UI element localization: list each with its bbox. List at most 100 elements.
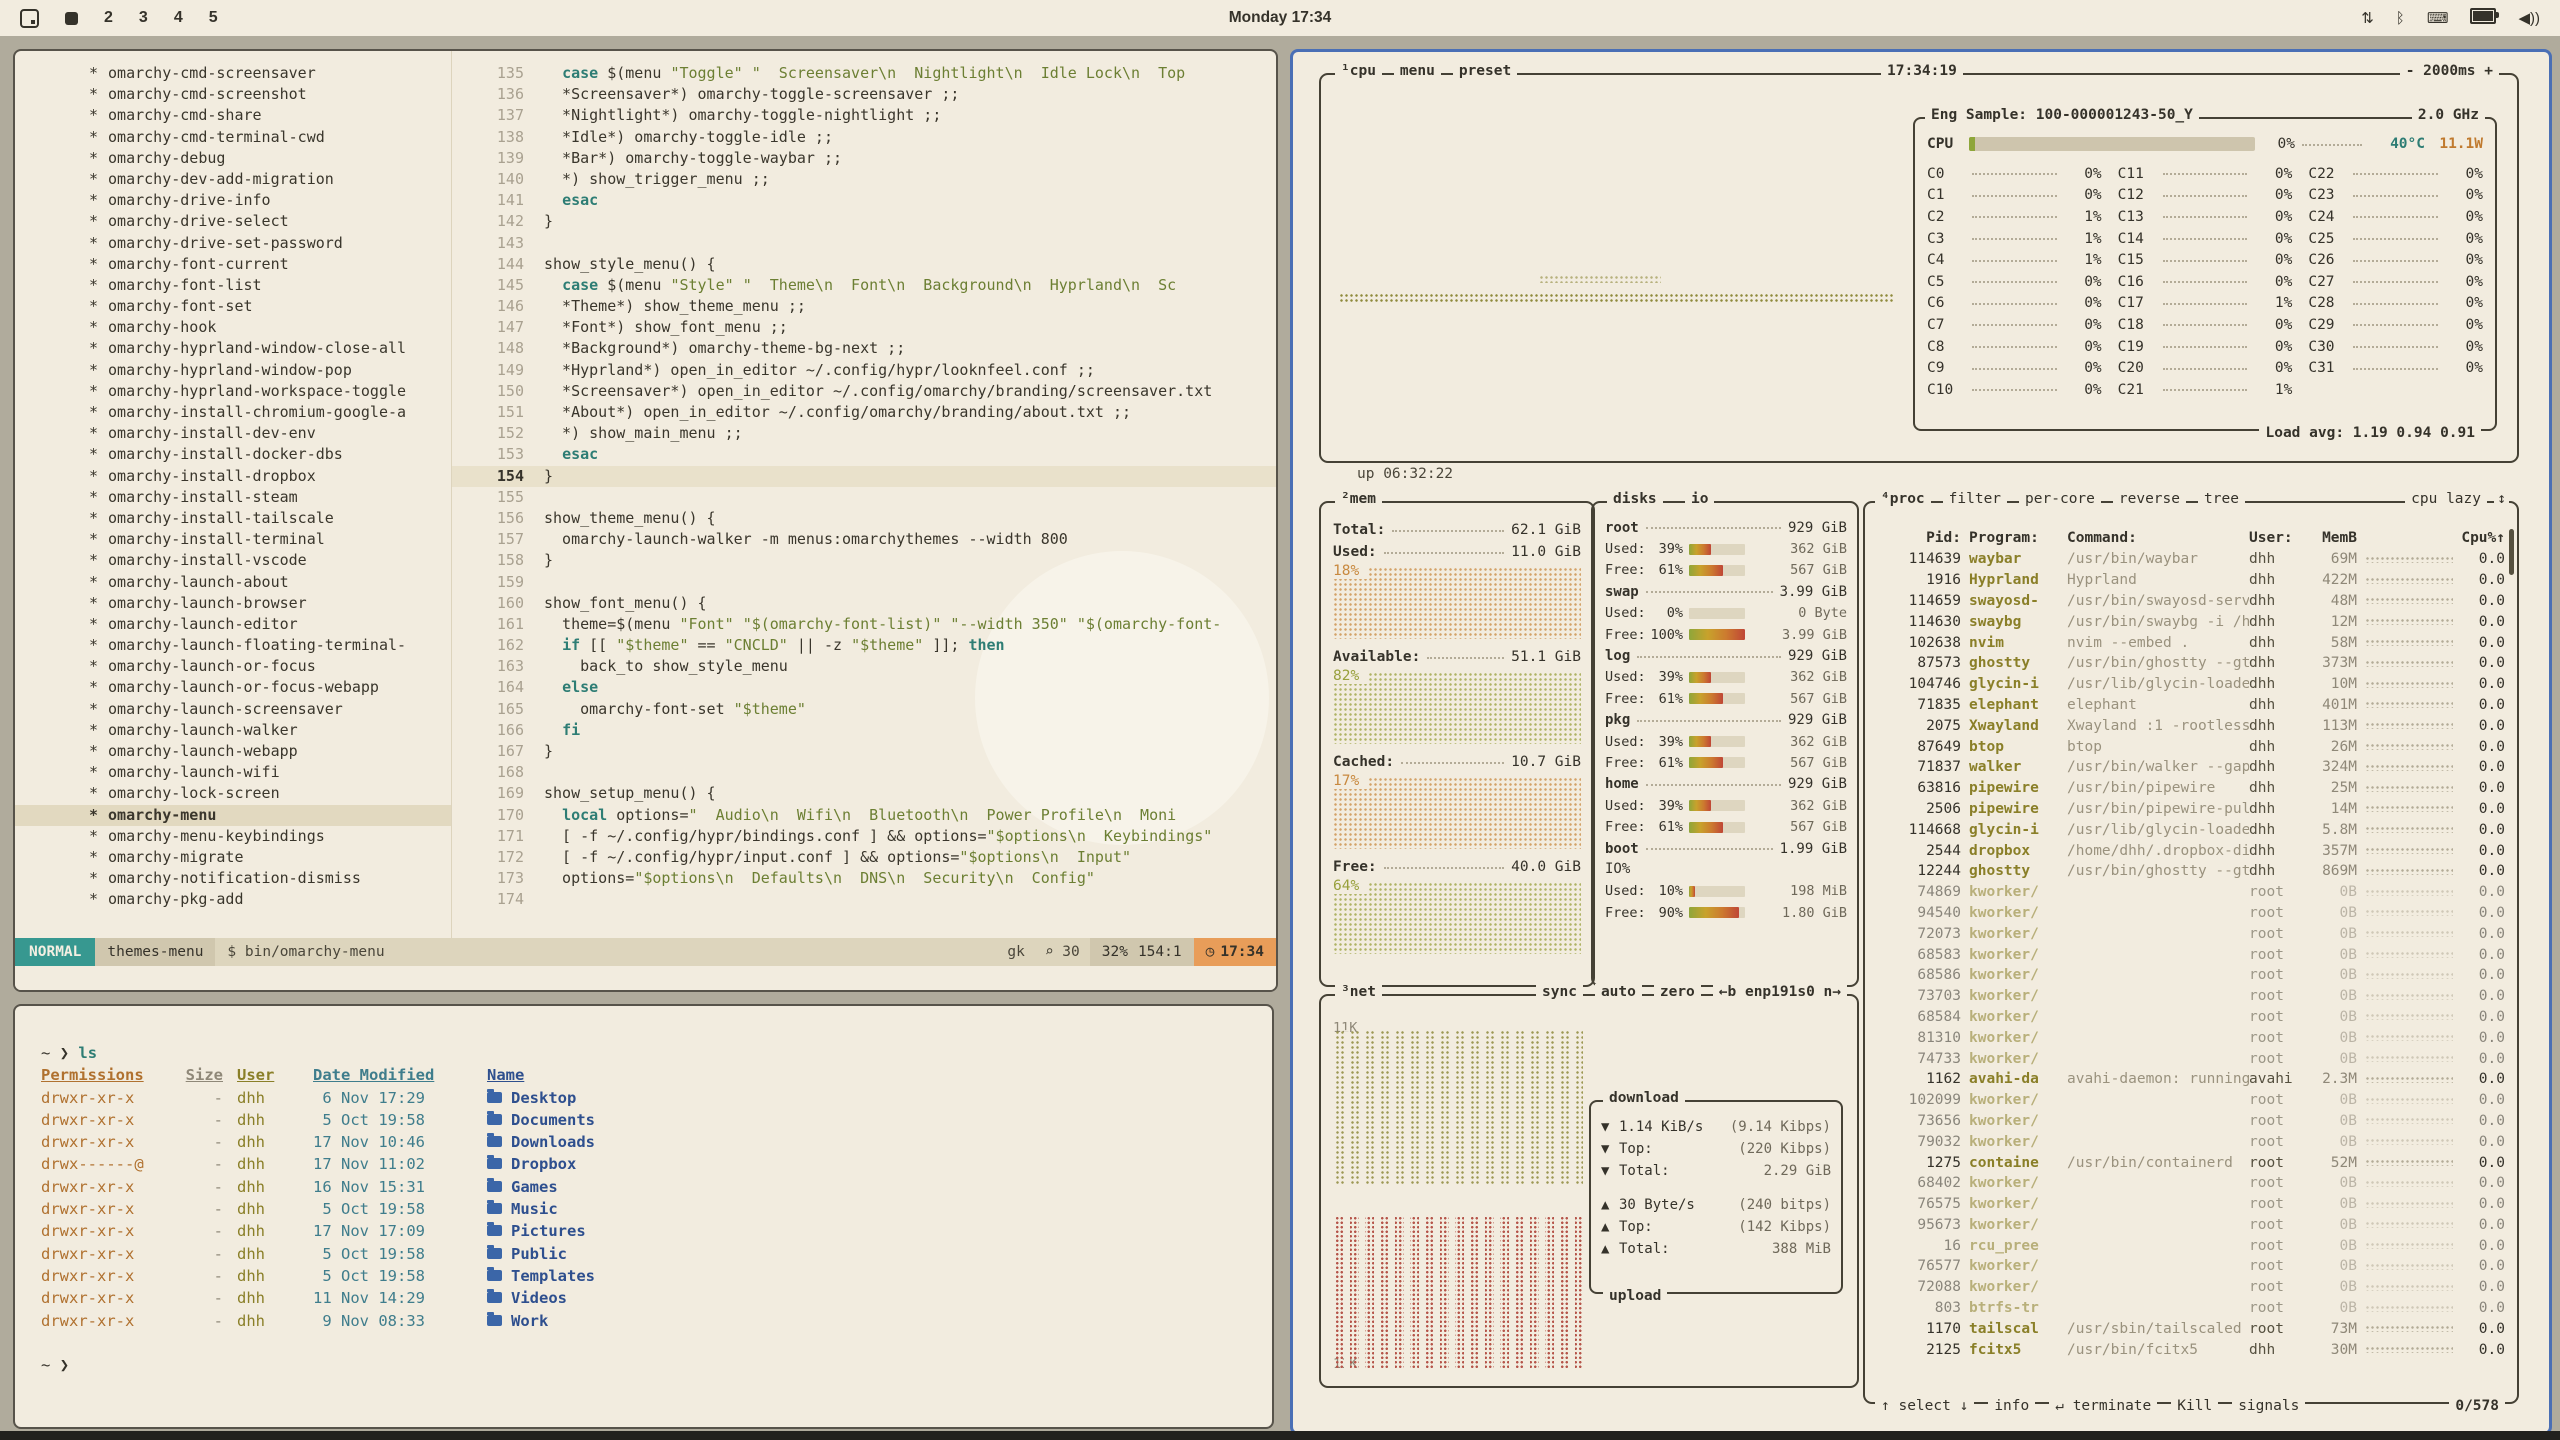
proc-row[interactable]: 114659swayosd-/usr/bin/swayosd-serverdhh… [1877,591,2505,612]
sort-arrows-icon[interactable]: ↕ [2494,491,2509,507]
proc-row[interactable]: 2125fcitx5/usr/bin/fcitx5dhh30M0.0 [1877,1339,2505,1360]
filter-button[interactable]: filter [1943,491,2007,507]
code-line[interactable]: 148 *Background*) omarchy-theme-bg-next … [452,338,1276,359]
file-item[interactable]: *omarchy-cmd-screenshot [15,84,451,105]
proc-row[interactable]: 803btrfs-trroot0B0.0 [1877,1298,2505,1319]
code-line[interactable]: 161 theme=$(menu "Font" "$(omarchy-font-… [452,614,1276,635]
proc-row[interactable]: 16rcu_preeroot0B0.0 [1877,1235,2505,1256]
net-interface[interactable]: ←b enp191s0 n→ [1713,984,1847,1000]
file-item[interactable]: *omarchy-notification-dismiss [15,868,451,889]
file-item[interactable]: *omarchy-install-tailscale [15,508,451,529]
file-item[interactable]: *omarchy-lock-screen [15,783,451,804]
proc-row[interactable]: 74869kworker/root0B0.0 [1877,882,2505,903]
code-line[interactable]: 136 *Screensaver*) omarchy-toggle-screen… [452,84,1276,105]
proc-row[interactable]: 1170tailscal/usr/sbin/tailscaled --root7… [1877,1318,2505,1339]
file-item[interactable]: *omarchy-launch-or-focus [15,656,451,677]
code-line[interactable]: 137 *Nightlight*) omarchy-toggle-nightli… [452,105,1276,126]
file-item[interactable]: *omarchy-install-terminal [15,529,451,550]
code-line[interactable]: 167} [452,741,1276,762]
terminate-button[interactable]: ↵ terminate [2049,1398,2157,1414]
net-auto-toggle[interactable]: auto [1595,984,1642,1000]
kill-button[interactable]: Kill [2171,1398,2218,1414]
code-line[interactable]: 173 options="$options\n Defaults\n DNS\n… [452,868,1276,889]
code-line[interactable]: 150 *Screensaver*) open_in_editor ~/.con… [452,381,1276,402]
proc-row[interactable]: 73703kworker/root0B0.0 [1877,986,2505,1007]
reverse-toggle[interactable]: reverse [2113,491,2186,507]
code-line[interactable]: 164 else [452,677,1276,698]
file-item[interactable]: *omarchy-launch-browser [15,593,451,614]
proc-row[interactable]: 104746glycin-i/usr/lib/glycin-loadersdhh… [1877,674,2505,695]
workspace-4[interactable]: 4 [174,9,183,27]
file-item[interactable]: *omarchy-font-list [15,275,451,296]
code-area[interactable]: 135 case $(menu "Toggle" " Screensaver\n… [452,51,1276,938]
tab-cpu[interactable]: ¹cpu [1335,63,1382,79]
code-line[interactable]: 168 [452,762,1276,783]
proc-row[interactable]: 95673kworker/root0B0.0 [1877,1215,2505,1236]
proc-row[interactable]: 71835elephantelephantdhh401M0.0 [1877,695,2505,716]
refresh-rate-control[interactable]: - 2000ms + [2400,63,2499,79]
code-line[interactable]: 165 omarchy-font-set "$theme" [452,699,1276,720]
net-zero-toggle[interactable]: zero [1654,984,1701,1000]
proc-row[interactable]: 68584kworker/root0B0.0 [1877,1007,2505,1028]
file-item[interactable]: *omarchy-font-current [15,254,451,275]
workspace-active-indicator[interactable] [65,12,78,25]
proc-row[interactable]: 68402kworker/root0B0.0 [1877,1173,2505,1194]
file-item[interactable]: *omarchy-launch-screensaver [15,699,451,720]
code-line[interactable]: 169show_setup_menu() { [452,783,1276,804]
code-line[interactable]: 172 [ -f ~/.config/hypr/input.conf ] && … [452,847,1276,868]
proc-row[interactable]: 2544dropbox/home/dhh/.dropbox-distdhh357… [1877,840,2505,861]
code-line[interactable]: 142} [452,211,1276,232]
proc-row[interactable]: 114639waybar/usr/bin/waybardhh69M0.0 [1877,549,2505,570]
workspace-3[interactable]: 3 [139,9,148,27]
code-line[interactable]: 162 if [[ "$theme" == "CNCLD" || -z "$th… [452,635,1276,656]
code-line[interactable]: 158} [452,550,1276,571]
proc-row[interactable]: 102099kworker/root0B0.0 [1877,1090,2505,1111]
code-line[interactable]: 135 case $(menu "Toggle" " Screensaver\n… [452,63,1276,84]
preset-button[interactable]: preset [1453,63,1517,79]
code-line[interactable]: 154} [452,466,1276,487]
code-line[interactable]: 140 *) show_trigger_menu ;; [452,169,1276,190]
command-line[interactable] [15,966,1276,990]
net-sync-toggle[interactable]: sync [1536,984,1583,1000]
tab-net[interactable]: ³net [1335,984,1382,1000]
code-line[interactable]: 166 fi [452,720,1276,741]
file-item[interactable]: *omarchy-drive-info [15,190,451,211]
terminal-window[interactable]: ~ ❯ ls Permissions Size User Date Modifi… [13,1004,1274,1429]
code-line[interactable]: 143 [452,233,1276,254]
signals-button[interactable]: signals [2232,1398,2305,1414]
proc-row[interactable]: 73656kworker/root0B0.0 [1877,1111,2505,1132]
file-item[interactable]: *omarchy-cmd-terminal-cwd [15,127,451,148]
bluetooth-icon[interactable]: ᛒ [2396,10,2405,27]
proc-row[interactable]: 63816pipewire/usr/bin/pipewiredhh25M0.0 [1877,778,2505,799]
file-item[interactable]: *omarchy-launch-editor [15,614,451,635]
workspace-5[interactable]: 5 [209,9,218,27]
proc-row[interactable]: 72088kworker/root0B0.0 [1877,1277,2505,1298]
file-item[interactable]: *omarchy-dev-add-migration [15,169,451,190]
code-line[interactable]: 146 *Theme*) show_theme_menu ;; [452,296,1276,317]
file-item[interactable]: *omarchy-migrate [15,847,451,868]
proc-row[interactable]: 72073kworker/root0B0.0 [1877,923,2505,944]
proc-row[interactable]: 1916HyprlandHyprlanddhh422M0.0 [1877,570,2505,591]
launcher-icon[interactable] [20,9,39,28]
code-line[interactable]: 160show_font_menu() { [452,593,1276,614]
proc-row[interactable]: 1275containe/usr/bin/containerdroot52M0.… [1877,1152,2505,1173]
code-line[interactable]: 144show_style_menu() { [452,254,1276,275]
tab-mem[interactable]: ²mem [1335,491,1382,507]
proc-row[interactable]: 68586kworker/root0B0.0 [1877,965,2505,986]
code-line[interactable]: 156show_theme_menu() { [452,508,1276,529]
battery-icon[interactable] [2470,8,2496,28]
file-item[interactable]: *omarchy-pkg-add [15,889,451,910]
proc-row[interactable]: 94540kworker/root0B0.0 [1877,903,2505,924]
code-line[interactable]: 163 back_to show_style_menu [452,656,1276,677]
proc-row[interactable]: 2506pipewire/usr/bin/pipewire-pulsedhh14… [1877,799,2505,820]
workspace-2[interactable]: 2 [104,9,113,27]
io-toggle[interactable]: io [1685,491,1714,507]
process-scrollbar[interactable] [2509,529,2514,575]
proc-row[interactable]: 81310kworker/root0B0.0 [1877,1027,2505,1048]
proc-row[interactable]: 114668glycin-i/usr/lib/glycin-loadersdhh… [1877,819,2505,840]
sort-selector[interactable]: cpu lazy [2405,491,2487,507]
tab-proc[interactable]: ⁴proc [1875,491,1931,507]
clock[interactable]: Monday 17:34 [1229,9,1332,27]
code-line[interactable]: 149 *Hyprland*) open_in_editor ~/.config… [452,360,1276,381]
code-line[interactable]: 145 case $(menu "Style" " Theme\n Font\n… [452,275,1276,296]
